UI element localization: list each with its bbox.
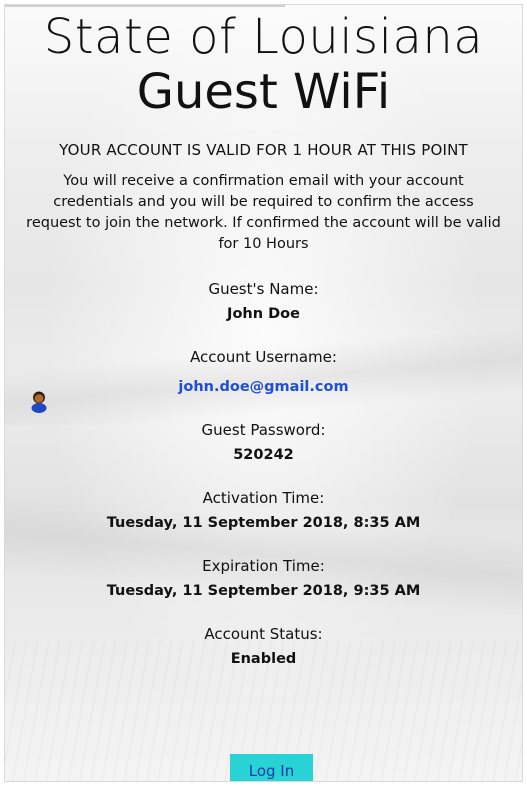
activation-time-field: Activation Time: Tuesday, 11 September 2…	[5, 488, 522, 534]
account-status-value: Enabled	[230, 651, 297, 667]
password-value: 520242	[233, 447, 294, 463]
activation-time-label: Activation Time:	[202, 489, 325, 507]
account-status-label: Account Status:	[204, 625, 323, 643]
expiration-time-label: Expiration Time:	[202, 557, 325, 575]
top-divider	[5, 5, 285, 7]
main-content: State of Louisiana Guest WiFi YOUR ACCOU…	[5, 11, 522, 670]
guest-name-label: Guest's Name:	[208, 280, 319, 298]
guest-name-value: John Doe	[227, 306, 300, 322]
password-label: Guest Password:	[201, 421, 326, 439]
user-avatar-icon	[31, 389, 47, 413]
guest-name-field: Guest's Name: John Doe	[5, 279, 522, 325]
username-value[interactable]: john.doe@gmail.com	[5, 376, 522, 398]
username-label: Account Username:	[190, 348, 337, 366]
expiration-time-value: Tuesday, 11 September 2018, 9:35 AM	[106, 583, 421, 599]
page-title-state: State of Louisiana	[43, 9, 484, 65]
page-title-wifi: Guest WiFi	[136, 64, 391, 120]
login-button[interactable]: Log In	[230, 754, 313, 781]
password-field: Guest Password: 520242	[5, 420, 522, 466]
activation-time-value: Tuesday, 11 September 2018, 8:35 AM	[106, 515, 421, 531]
account-status-field: Account Status: Enabled	[5, 624, 522, 670]
username-field: Account Username: john.doe@gmail.com	[5, 347, 522, 398]
validity-notice: YOUR ACCOUNT IS VALID FOR 1 HOUR AT THIS…	[59, 141, 468, 159]
confirmation-description: You will receive a confirmation email wi…	[26, 173, 501, 252]
page-frame: State of Louisiana Guest WiFi YOUR ACCOU…	[4, 4, 523, 782]
expiration-time-field: Expiration Time: Tuesday, 11 September 2…	[5, 556, 522, 602]
